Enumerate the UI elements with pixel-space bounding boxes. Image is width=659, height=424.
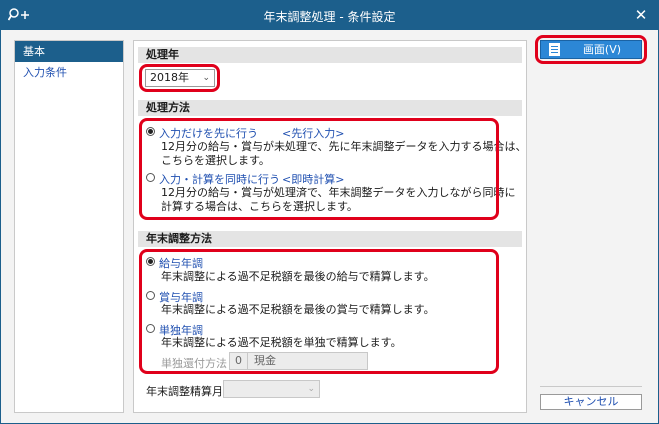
chevron-down-icon: ⌄: [307, 384, 315, 394]
main-panel: 処理年 2018年 ⌄ 処理方法 入力だけを先に行う <先行入力> 12月分の給…: [133, 40, 527, 413]
settle-month-label: 年末調整精算月: [146, 385, 223, 398]
window-title: 年末調整処理 - 条件設定: [263, 10, 396, 24]
settle-month-select[interactable]: ⌄: [223, 380, 320, 398]
title-bar: 年末調整処理 - 条件設定 ✕: [0, 0, 659, 30]
highlight-year: [139, 64, 220, 92]
highlight-screen-button: [535, 35, 647, 64]
section-heading-method: 処理方法: [138, 100, 522, 116]
action-pane: 画面(V) キャンセル: [535, 35, 647, 413]
divider: [540, 386, 642, 387]
highlight-adjust: [139, 249, 499, 374]
section-heading-year: 処理年: [138, 47, 522, 63]
section-heading-adjust: 年末調整方法: [138, 231, 522, 247]
sidebar-item-basic[interactable]: 基本: [15, 41, 123, 62]
highlight-method: [139, 118, 499, 220]
sidebar-item-input-conditions[interactable]: 入力条件: [15, 62, 123, 83]
close-icon[interactable]: ✕: [632, 6, 650, 24]
cancel-button[interactable]: キャンセル: [540, 394, 642, 410]
sidebar: 基本 入力条件: [14, 40, 124, 413]
